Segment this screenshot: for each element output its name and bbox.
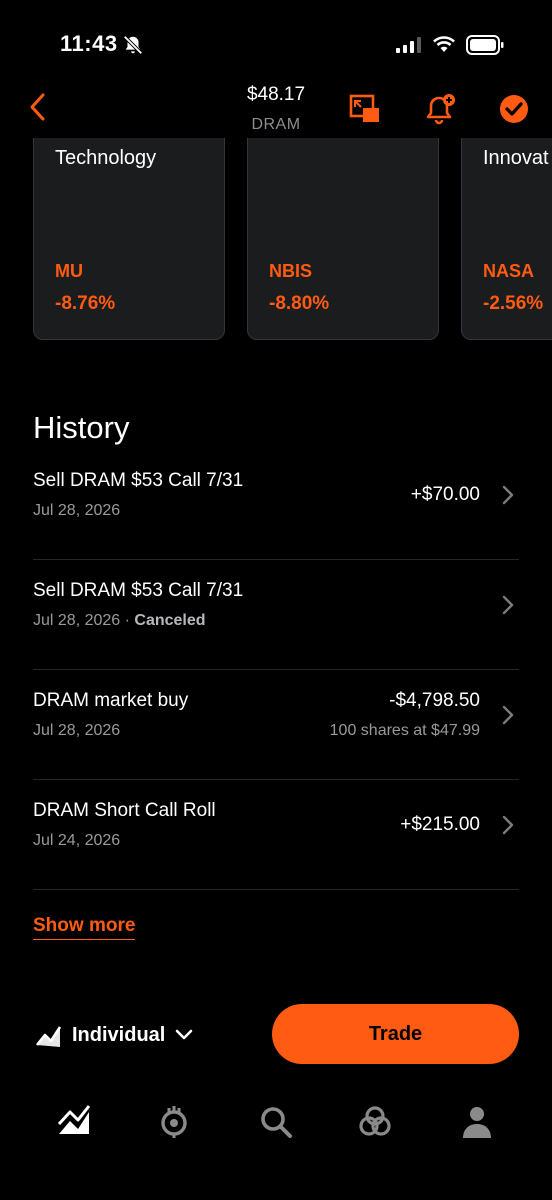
search-icon[interactable] [258, 1104, 294, 1140]
history-row[interactable]: DRAM Short Call Roll Jul 24, 2026 +$215.… [33, 780, 519, 890]
history-row-date: Jul 28, 2026 [33, 722, 121, 739]
trade-button[interactable]: Trade [272, 1004, 519, 1064]
bell-add-icon[interactable] [424, 92, 458, 126]
history-row[interactable]: Sell DRAM $53 Call 7/31 Jul 28, 2026 · C… [33, 560, 519, 670]
show-more-link[interactable]: Show more [33, 915, 136, 940]
history-row-amount: -$4,798.50 [389, 690, 480, 711]
status-bar: 11:43 [0, 0, 552, 90]
card-ticker: MU [55, 261, 83, 281]
history-row-amount: +$215.00 [400, 814, 480, 835]
chevron-right-icon [502, 485, 514, 505]
chevron-down-icon [176, 1029, 193, 1040]
crypto-icon[interactable] [156, 1104, 192, 1140]
history-row-title: Sell DRAM $53 Call 7/31 [33, 470, 244, 491]
history-row-date: Jul 24, 2026 [33, 832, 121, 849]
related-card[interactable]: Technology MU -8.76% [33, 138, 225, 340]
history-row-title: DRAM market buy [33, 690, 189, 711]
card-ticker: NBIS [269, 261, 313, 281]
card-change: -2.56% [483, 293, 544, 314]
person-icon[interactable] [459, 1104, 495, 1140]
chevron-right-icon [502, 705, 514, 725]
chart-icon [36, 1026, 62, 1047]
history-row-title: DRAM Short Call Roll [33, 800, 216, 821]
history-row-title: Sell DRAM $53 Call 7/31 [33, 580, 244, 601]
related-cards-carousel[interactable]: Technology MU -8.76% NBIS -8.80% Innovat… [0, 138, 552, 342]
header-price: $48.17 [246, 84, 306, 105]
history-row-status: Canceled [134, 612, 206, 629]
history-row-amount: +$70.00 [410, 484, 480, 505]
history-row-detail: 100 shares at $47.99 [329, 722, 480, 739]
history-row-date: Jul 28, 2026 [33, 502, 121, 519]
history-row[interactable]: DRAM market buy Jul 28, 2026 -$4,798.50 … [33, 670, 519, 780]
account-selector[interactable]: Individual [36, 1020, 195, 1050]
network-icon[interactable] [357, 1104, 393, 1140]
chevron-right-icon [502, 595, 514, 615]
card-title: Innovat [483, 147, 549, 169]
chart-icon[interactable] [56, 1104, 92, 1140]
header-ticker: DRAM [251, 116, 301, 133]
bell-muted-icon [123, 35, 143, 55]
signal-icon [396, 37, 421, 53]
card-ticker: NASA [483, 261, 535, 281]
history-row[interactable]: Sell DRAM $53 Call 7/31 Jul 28, 2026 +$7… [33, 450, 519, 560]
picture-in-picture-icon[interactable] [348, 92, 382, 126]
wifi-icon [433, 36, 455, 52]
battery-icon [466, 35, 504, 55]
history-row-date: Jul 28, 2026 · Canceled [33, 612, 206, 629]
related-card[interactable]: NBIS -8.80% [247, 138, 439, 340]
card-title: Technology [55, 147, 157, 169]
card-change: -8.80% [269, 293, 330, 314]
status-time: 11:43 [60, 31, 118, 56]
top-header: $48.17 DRAM [0, 80, 552, 138]
card-change: -8.76% [55, 293, 116, 314]
history-heading: History [33, 410, 130, 445]
chevron-right-icon [502, 815, 514, 835]
checkmark-circle-icon[interactable] [497, 92, 531, 126]
related-card[interactable]: Innovat NASA -2.56% [461, 138, 552, 340]
account-label: Individual [72, 1023, 166, 1046]
